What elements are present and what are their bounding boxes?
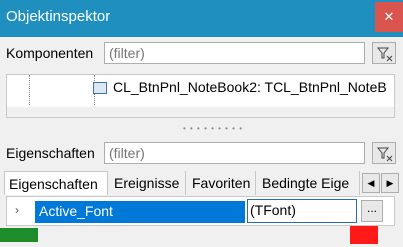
property-grid: › Active_Font (TFont) ... (6, 196, 395, 226)
property-name[interactable]: Active_Font (35, 201, 245, 223)
green-marker (0, 228, 38, 242)
filter-clear-icon (376, 47, 393, 62)
components-label: Komponenten (6, 45, 94, 61)
arrow-right-icon: ▶ (386, 178, 394, 188)
arrow-left-icon: ◀ (367, 178, 375, 188)
tab-scroll-left-button[interactable]: ◀ (362, 173, 380, 193)
title-bar: Objektinspektor ✕ (0, 0, 403, 37)
tab-favoriten[interactable]: Favoriten (188, 171, 256, 195)
tab-scroll-right-button[interactable]: ▶ (381, 173, 399, 193)
window-title: Objektinspektor (6, 8, 111, 25)
chevron-right-icon[interactable]: › (15, 203, 19, 217)
property-edit-button[interactable]: ... (361, 200, 383, 222)
filter-clear-icon (376, 147, 393, 162)
property-value-field[interactable]: (TFont) (247, 199, 357, 223)
properties-filter-input[interactable] (104, 142, 365, 164)
tab-eigenschaften[interactable]: Eigenschaften (4, 171, 108, 195)
tree-lines (29, 75, 95, 105)
component-tree[interactable]: CL_BtnPnl_NoteBook2: TCL_BtnPnl_NoteB (6, 74, 395, 118)
component-icon (93, 82, 107, 94)
red-marker (350, 226, 378, 244)
inspector-tabs: Eigenschaften Ereignisse Favoriten Bedin… (0, 171, 403, 195)
tab-ereignisse[interactable]: Ereignisse (110, 171, 186, 195)
close-icon: ✕ (383, 9, 395, 24)
tab-bedingte-eigenschaften[interactable]: Bedingte Eige (258, 171, 360, 195)
components-filter-button[interactable] (372, 42, 396, 64)
components-filter-input[interactable] (104, 42, 365, 64)
splitter-handle[interactable]: • • • • • • • • • (183, 124, 243, 133)
properties-label: Eigenschaften (6, 145, 95, 161)
close-button[interactable]: ✕ (375, 2, 403, 32)
tree-item[interactable]: CL_BtnPnl_NoteBook2: TCL_BtnPnl_NoteB (113, 79, 387, 95)
properties-filter-button[interactable] (372, 142, 396, 164)
tree-horizontal-scrollbar[interactable] (7, 107, 394, 117)
